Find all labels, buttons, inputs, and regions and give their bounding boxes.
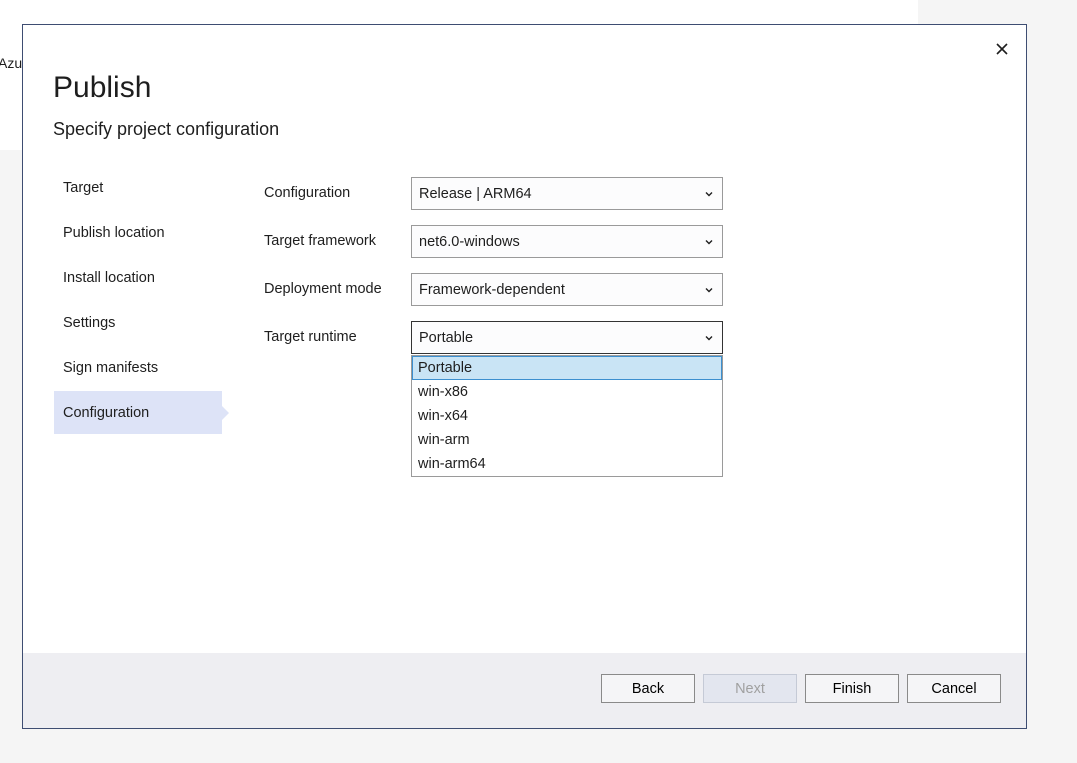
nav-item-publish-location[interactable]: Publish location: [54, 211, 222, 254]
chevron-down-icon: [705, 239, 713, 244]
target-runtime-dropdown-list: Portable win-x86 win-x64 win-arm win-arm…: [411, 355, 723, 477]
close-button[interactable]: [992, 39, 1012, 59]
nav-item-label: Settings: [63, 314, 116, 331]
publish-dialog: Publish Specify project configuration Ta…: [22, 24, 1027, 729]
target-framework-select-value: net6.0-windows: [419, 233, 520, 250]
wizard-nav: Target Publish location Install location…: [54, 166, 229, 436]
nav-item-install-location[interactable]: Install location: [54, 256, 222, 299]
target-framework-select[interactable]: net6.0-windows: [411, 225, 723, 258]
nav-item-settings[interactable]: Settings: [54, 301, 222, 344]
dialog-title: Publish: [53, 71, 152, 104]
dialog-subtitle: Specify project configuration: [53, 119, 280, 139]
close-icon: [996, 43, 1008, 55]
runtime-option-win-x86[interactable]: win-x86: [412, 380, 722, 404]
nav-item-label: Target: [63, 179, 104, 196]
runtime-option-win-arm64[interactable]: win-arm64: [412, 452, 722, 476]
deployment-mode-label: Deployment mode: [264, 281, 382, 297]
target-runtime-select-value: Portable: [419, 329, 474, 346]
configuration-select-value: Release | ARM64: [419, 185, 532, 202]
nav-item-sign-manifests[interactable]: Sign manifests: [54, 346, 222, 389]
runtime-option-win-arm[interactable]: win-arm: [412, 428, 722, 452]
target-runtime-label: Target runtime: [264, 329, 357, 345]
nav-item-target[interactable]: Target: [54, 166, 222, 209]
dialog-footer: Back Next Finish Cancel: [23, 653, 1026, 728]
nav-item-label: Configuration: [63, 404, 150, 421]
back-button[interactable]: Back: [601, 674, 695, 703]
runtime-option-portable[interactable]: Portable: [412, 356, 722, 380]
chevron-down-icon: [705, 335, 713, 340]
deployment-mode-select[interactable]: Framework-dependent: [411, 273, 723, 306]
configuration-select[interactable]: Release | ARM64: [411, 177, 723, 210]
cancel-button[interactable]: Cancel: [907, 674, 1001, 703]
runtime-option-win-x64[interactable]: win-x64: [412, 404, 722, 428]
target-runtime-select[interactable]: Portable: [411, 321, 723, 354]
next-button[interactable]: Next: [703, 674, 797, 703]
nav-item-label: Publish location: [63, 224, 165, 241]
finish-button[interactable]: Finish: [805, 674, 899, 703]
chevron-down-icon: [705, 287, 713, 292]
nav-item-configuration[interactable]: Configuration: [54, 391, 229, 434]
target-framework-label: Target framework: [264, 233, 377, 249]
nav-item-label: Sign manifests: [63, 359, 159, 376]
configuration-label: Configuration: [264, 185, 351, 201]
chevron-down-icon: [705, 191, 713, 196]
deployment-mode-select-value: Framework-dependent: [419, 281, 565, 298]
nav-item-label: Install location: [63, 269, 155, 286]
